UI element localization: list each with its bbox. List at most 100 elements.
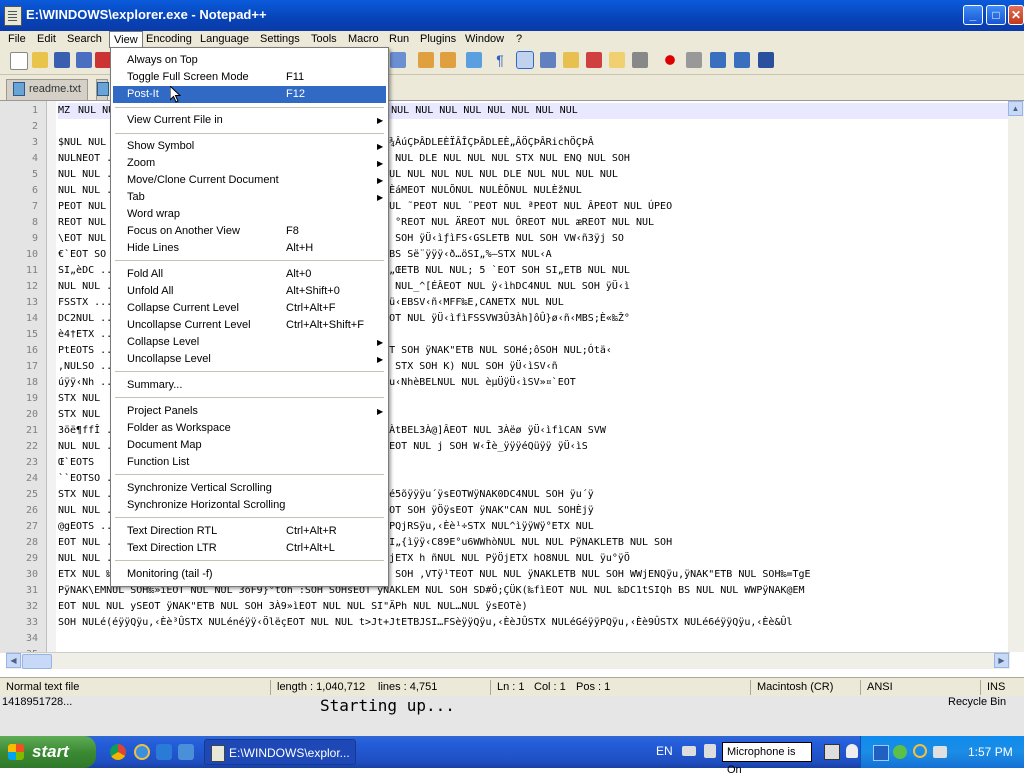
menu-plugins[interactable]: Plugins: [416, 31, 460, 48]
menu-tab[interactable]: Tab ▶: [113, 189, 386, 206]
fold-margin[interactable]: [47, 101, 56, 653]
menu-hide-lines[interactable]: Hide Lines Alt+H: [113, 240, 386, 257]
sync-v-icon[interactable]: [418, 52, 434, 68]
menu-macro[interactable]: Macro: [344, 31, 383, 48]
volume-icon[interactable]: [933, 746, 947, 758]
menu-uncollapse-current[interactable]: Uncollapse Current Level Ctrl+Alt+Shift+F: [113, 317, 386, 334]
menu-search[interactable]: Search: [63, 31, 106, 48]
keyboard-icon[interactable]: [682, 746, 696, 756]
menu-always-on-top[interactable]: Always on Top: [113, 52, 386, 69]
start-button[interactable]: start: [0, 736, 96, 768]
horizontal-scrollbar[interactable]: ◀ ▶: [6, 652, 1010, 669]
menu-view-current-file-in[interactable]: View Current File in ▶: [113, 112, 386, 129]
close-file-icon[interactable]: [95, 52, 111, 68]
security-icon[interactable]: [893, 745, 907, 759]
menu-tools[interactable]: Tools: [307, 31, 341, 48]
menu-uncollapse-level[interactable]: Uncollapse Level ▶: [113, 351, 386, 368]
menu-word-wrap[interactable]: Word wrap: [113, 206, 386, 223]
menu-unfold-all[interactable]: Unfold All Alt+Shift+0: [113, 283, 386, 300]
ie-alt-icon[interactable]: [156, 744, 172, 760]
folder-workspace-icon[interactable]: [609, 52, 625, 68]
speech-icon[interactable]: [824, 744, 840, 760]
line-number: 27: [25, 521, 38, 532]
menu-document-map[interactable]: Document Map: [113, 437, 386, 454]
network-icon[interactable]: [873, 745, 889, 761]
code-line[interactable]: SOH NULé(éÿÿQÿu,‹Èè³ÛSTX NULénéÿÿ‹ÖlëçEO…: [58, 615, 1008, 631]
menu-text-dir-ltr[interactable]: Text Direction LTR Ctrl+Alt+L: [113, 540, 386, 557]
menu-move-clone[interactable]: Move/Clone Current Document ▶: [113, 172, 386, 189]
search-icon[interactable]: [913, 744, 927, 758]
menu-settings[interactable]: Settings: [256, 31, 304, 48]
menu-encoding[interactable]: Encoding: [142, 31, 196, 48]
language-indicator[interactable]: EN: [656, 744, 673, 758]
menu-project-panels[interactable]: Project Panels ▶: [113, 403, 386, 420]
window-title: E:\WINDOWS\explorer.exe - Notepad++: [26, 7, 267, 22]
user-lang-icon[interactable]: [540, 52, 556, 68]
menu-edit[interactable]: Edit: [33, 31, 60, 48]
help-icon[interactable]: [846, 744, 858, 758]
ie-icon[interactable]: [134, 744, 150, 760]
menu-focus-other-view[interactable]: Focus on Another View F8: [113, 223, 386, 240]
scroll-thumb[interactable]: [22, 654, 52, 669]
menu-sync-vertical[interactable]: Synchronize Vertical Scrolling: [113, 480, 386, 497]
menu-monitoring[interactable]: Monitoring (tail -f): [113, 566, 386, 583]
recycle-bin-label[interactable]: Recycle Bin: [948, 696, 1006, 708]
menu-text-dir-rtl[interactable]: Text Direction RTL Ctrl+Alt+R: [113, 523, 386, 540]
show-desktop-icon[interactable]: [178, 744, 194, 760]
menu-zoom[interactable]: Zoom ▶: [113, 155, 386, 172]
record-macro-icon[interactable]: [662, 52, 678, 68]
save-icon[interactable]: [54, 52, 70, 68]
open-folder-icon[interactable]: [32, 52, 48, 68]
function-list-icon[interactable]: [586, 52, 602, 68]
play-macro-icon[interactable]: [710, 52, 726, 68]
line-number: 16: [25, 345, 38, 356]
close-button[interactable]: ✕: [1008, 5, 1024, 25]
menu-collapse-current[interactable]: Collapse Current Level Ctrl+Alt+F: [113, 300, 386, 317]
menu-function-list[interactable]: Function List: [113, 454, 386, 471]
microphone-status[interactable]: Microphone is On: [722, 742, 812, 776]
line-number: 14: [25, 313, 38, 324]
save-all-icon[interactable]: [76, 52, 92, 68]
taskbar-item-notepadpp[interactable]: E:\WINDOWS\explor...: [204, 739, 356, 765]
menu-show-symbol[interactable]: Show Symbol ▶: [113, 138, 386, 155]
stop-macro-icon[interactable]: [686, 52, 702, 68]
clock[interactable]: 1:57 PM: [968, 745, 1013, 759]
scroll-left-icon[interactable]: ◀: [6, 653, 21, 668]
save-macro-icon[interactable]: [758, 52, 774, 68]
word-wrap-icon[interactable]: [466, 52, 482, 68]
minimize-button[interactable]: _: [963, 5, 983, 25]
menu-window[interactable]: Window: [461, 31, 508, 48]
maximize-button[interactable]: □: [986, 5, 1006, 25]
code-line[interactable]: EOT NUL NUL ySEOT ÿNAK"ETB NUL SOH 3À9»ì…: [58, 599, 1008, 615]
menu-toggle-full-screen[interactable]: Toggle Full Screen Mode F11: [113, 69, 386, 86]
doc-map-icon[interactable]: [563, 52, 579, 68]
menu-summary[interactable]: Summary...: [113, 377, 386, 394]
sync-h-icon[interactable]: [440, 52, 456, 68]
monitoring-icon[interactable]: [632, 52, 648, 68]
zoom-in-icon[interactable]: [390, 52, 406, 68]
menu-help[interactable]: ?: [512, 31, 526, 48]
scroll-up-icon[interactable]: ▲: [1008, 101, 1023, 116]
vertical-scrollbar[interactable]: ▲: [1008, 101, 1024, 652]
show-all-chars-icon[interactable]: ¶: [492, 52, 508, 68]
menu-sync-horizontal[interactable]: Synchronize Horizontal Scrolling: [113, 497, 386, 514]
menu-fold-all[interactable]: Fold All Alt+0: [113, 266, 386, 283]
menu-file[interactable]: File: [4, 31, 30, 48]
pen-icon[interactable]: [704, 744, 716, 758]
submenu-arrow-icon: ▶: [377, 193, 384, 202]
tab-explorer[interactable]: [96, 79, 109, 100]
menu-collapse-level[interactable]: Collapse Level ▶: [113, 334, 386, 351]
menu-separator: [115, 107, 384, 108]
tab-readme[interactable]: readme.txt: [6, 79, 88, 100]
chrome-icon[interactable]: [110, 744, 126, 760]
notepad-app-icon: [4, 6, 22, 26]
menu-post-it[interactable]: Post-It F12: [113, 86, 386, 103]
menu-language[interactable]: Language: [196, 31, 253, 48]
indent-guide-icon[interactable]: [516, 51, 534, 69]
scroll-right-icon[interactable]: ▶: [994, 653, 1009, 668]
menu-folder-as-workspace[interactable]: Folder as Workspace: [113, 420, 386, 437]
code-line[interactable]: [58, 631, 1008, 647]
menu-run[interactable]: Run: [385, 31, 413, 48]
run-macro-multiple-icon[interactable]: [734, 52, 750, 68]
new-file-icon[interactable]: [10, 52, 28, 70]
